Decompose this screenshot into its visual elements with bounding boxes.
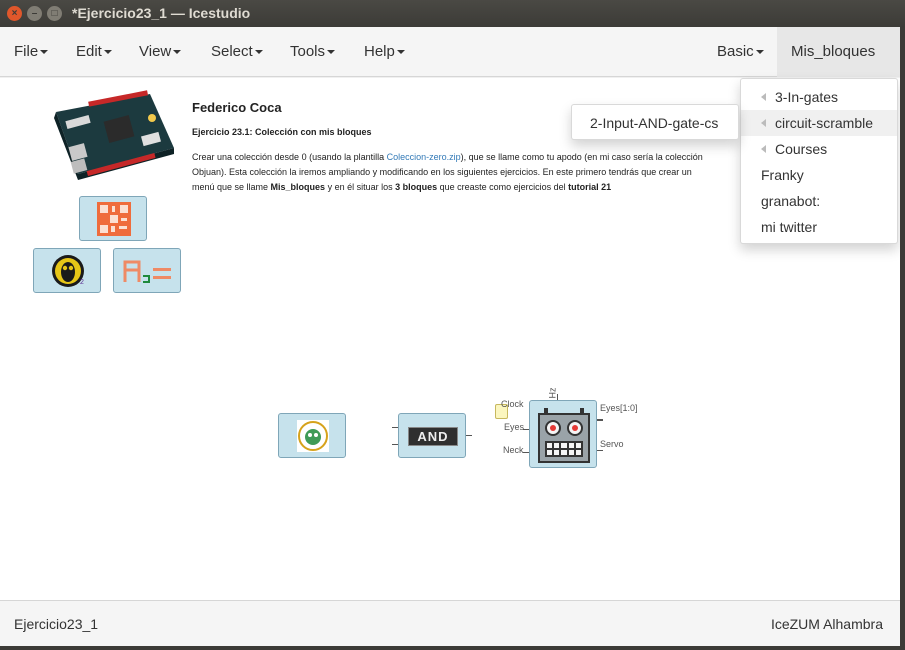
menu-edit-label: Edit bbox=[76, 43, 102, 60]
mascot-image-block[interactable] bbox=[278, 413, 346, 458]
menu-tools-label: Tools bbox=[290, 43, 326, 60]
port-label-hz: Hz bbox=[547, 387, 558, 399]
menu-help[interactable]: Help bbox=[350, 27, 419, 77]
block-subscript: 2 bbox=[80, 279, 84, 286]
maximize-window-button[interactable]: □ bbox=[47, 6, 62, 21]
submenu-item-2-input-and-gate[interactable]: 2-Input-AND-gate-cs bbox=[572, 110, 738, 136]
menu-mis-bloques[interactable]: Mis_bloques bbox=[777, 27, 900, 105]
menu-select[interactable]: Select bbox=[197, 27, 277, 77]
port-label-servo: Servo bbox=[600, 439, 624, 449]
dropdown-item-mi-twitter[interactable]: mi twitter bbox=[741, 214, 897, 240]
qr-icon bbox=[97, 202, 131, 236]
window-title: *Ejercicio23_1 — Icestudio bbox=[72, 5, 251, 21]
maximize-icon: □ bbox=[51, 8, 58, 19]
menu-basic[interactable]: Basic bbox=[703, 27, 778, 77]
menubar: File Edit View Select Tools Help Basic M… bbox=[0, 27, 905, 105]
menu-view[interactable]: View bbox=[125, 27, 195, 77]
robot-block[interactable] bbox=[529, 400, 597, 468]
dropdown-item-label: mi twitter bbox=[761, 219, 817, 235]
desc-part: que creaste como ejercicios del bbox=[437, 182, 569, 192]
qr-image-block[interactable] bbox=[79, 196, 147, 241]
submenu-left-arrow-icon bbox=[761, 119, 766, 127]
dropdown-item-label: granabot: bbox=[761, 193, 821, 209]
robot-output-port-eyes[interactable] bbox=[597, 419, 603, 421]
port-label-neck: Neck bbox=[503, 445, 524, 455]
menu-edit[interactable]: Edit bbox=[62, 27, 126, 77]
caret-down-icon bbox=[254, 50, 263, 55]
desc-bold: Mis_bloques bbox=[270, 182, 326, 192]
menu-tools[interactable]: Tools bbox=[276, 27, 349, 77]
circuit-scramble-submenu: 2-Input-AND-gate-cs bbox=[571, 104, 739, 140]
aj-logo-block[interactable] bbox=[113, 248, 181, 293]
close-icon: × bbox=[11, 8, 18, 19]
submenu-left-arrow-icon bbox=[761, 145, 766, 153]
and-output-port[interactable] bbox=[466, 435, 472, 436]
menu-file-label: File bbox=[14, 43, 39, 60]
dropdown-item-circuit-scramble[interactable]: circuit-scramble bbox=[741, 110, 897, 136]
port-label-eyes: Eyes bbox=[504, 422, 525, 432]
robot-input-port-neck[interactable] bbox=[523, 452, 529, 453]
robot-icon bbox=[538, 408, 590, 463]
dropdown-item-3-in-gates[interactable]: 3-In-gates bbox=[741, 84, 897, 110]
dropdown-item-courses[interactable]: Courses bbox=[741, 136, 897, 162]
menu-basic-label: Basic bbox=[717, 43, 754, 60]
aj-logo-icon bbox=[123, 260, 171, 283]
fpga-board-image bbox=[54, 90, 174, 180]
submenu-item-label: 2-Input-AND-gate-cs bbox=[590, 115, 719, 131]
and-gate-block[interactable]: AND bbox=[398, 413, 466, 458]
mascot-icon bbox=[297, 420, 329, 452]
caret-down-icon bbox=[755, 50, 764, 55]
board-selector[interactable]: IceZUM Alhambra bbox=[771, 616, 883, 632]
and-input-port-a[interactable] bbox=[392, 427, 398, 428]
caret-down-icon bbox=[40, 50, 49, 55]
status-bar: Ejercicio23_1 IceZUM Alhambra bbox=[0, 600, 900, 646]
logo-image-block[interactable]: 2 bbox=[33, 248, 101, 293]
dropdown-item-label: Franky bbox=[761, 167, 804, 183]
port-label-clock: Clock bbox=[501, 399, 524, 409]
submenu-left-arrow-icon bbox=[761, 93, 766, 101]
template-link[interactable]: Coleccion-zero.zip bbox=[387, 152, 461, 162]
desc-part: y en él situar los bbox=[325, 182, 396, 192]
desc-bold: tutorial 21 bbox=[568, 182, 612, 192]
caret-down-icon bbox=[173, 50, 182, 55]
and-input-port-b[interactable] bbox=[392, 444, 398, 445]
dropdown-item-label: circuit-scramble bbox=[775, 115, 874, 131]
mis-bloques-dropdown: 3-In-gates circuit-scramble Courses Fran… bbox=[740, 78, 898, 244]
menu-mis-bloques-label: Mis_bloques bbox=[791, 43, 876, 60]
caret-down-icon bbox=[396, 50, 405, 55]
and-gate-label: AND bbox=[408, 427, 458, 446]
close-window-button[interactable]: × bbox=[7, 6, 22, 21]
desc-bold: 3 bloques bbox=[395, 182, 438, 192]
dropdown-item-label: 3-In-gates bbox=[775, 89, 839, 105]
menu-file[interactable]: File bbox=[0, 27, 62, 77]
menu-help-label: Help bbox=[364, 43, 395, 60]
robot-output-port-servo[interactable] bbox=[597, 450, 603, 451]
exercise-description: Crear una colección desde 0 (usando la p… bbox=[192, 150, 712, 195]
project-name: Ejercicio23_1 bbox=[14, 616, 99, 632]
desc-part: Crear una colección desde 0 (usando la p… bbox=[192, 152, 387, 162]
window-titlebar: × – □ *Ejercicio23_1 — Icestudio bbox=[0, 0, 905, 27]
dropdown-item-franky[interactable]: Franky bbox=[741, 162, 897, 188]
dropdown-item-granabot[interactable]: granabot: bbox=[741, 188, 897, 214]
menu-select-label: Select bbox=[211, 43, 253, 60]
robot-input-port-eyes[interactable] bbox=[523, 429, 529, 430]
port-label-eyes-out: Eyes[1:0] bbox=[600, 403, 638, 413]
menu-view-label: View bbox=[139, 43, 172, 60]
window-edge-right bbox=[900, 27, 905, 650]
minimize-window-button[interactable]: – bbox=[27, 6, 42, 21]
robot-param-port-hz[interactable] bbox=[557, 394, 558, 400]
caret-down-icon bbox=[103, 50, 112, 55]
caret-down-icon bbox=[327, 50, 336, 55]
window-edge-bottom bbox=[0, 646, 905, 650]
minimize-icon: – bbox=[31, 8, 38, 19]
dropdown-item-label: Courses bbox=[775, 141, 828, 157]
